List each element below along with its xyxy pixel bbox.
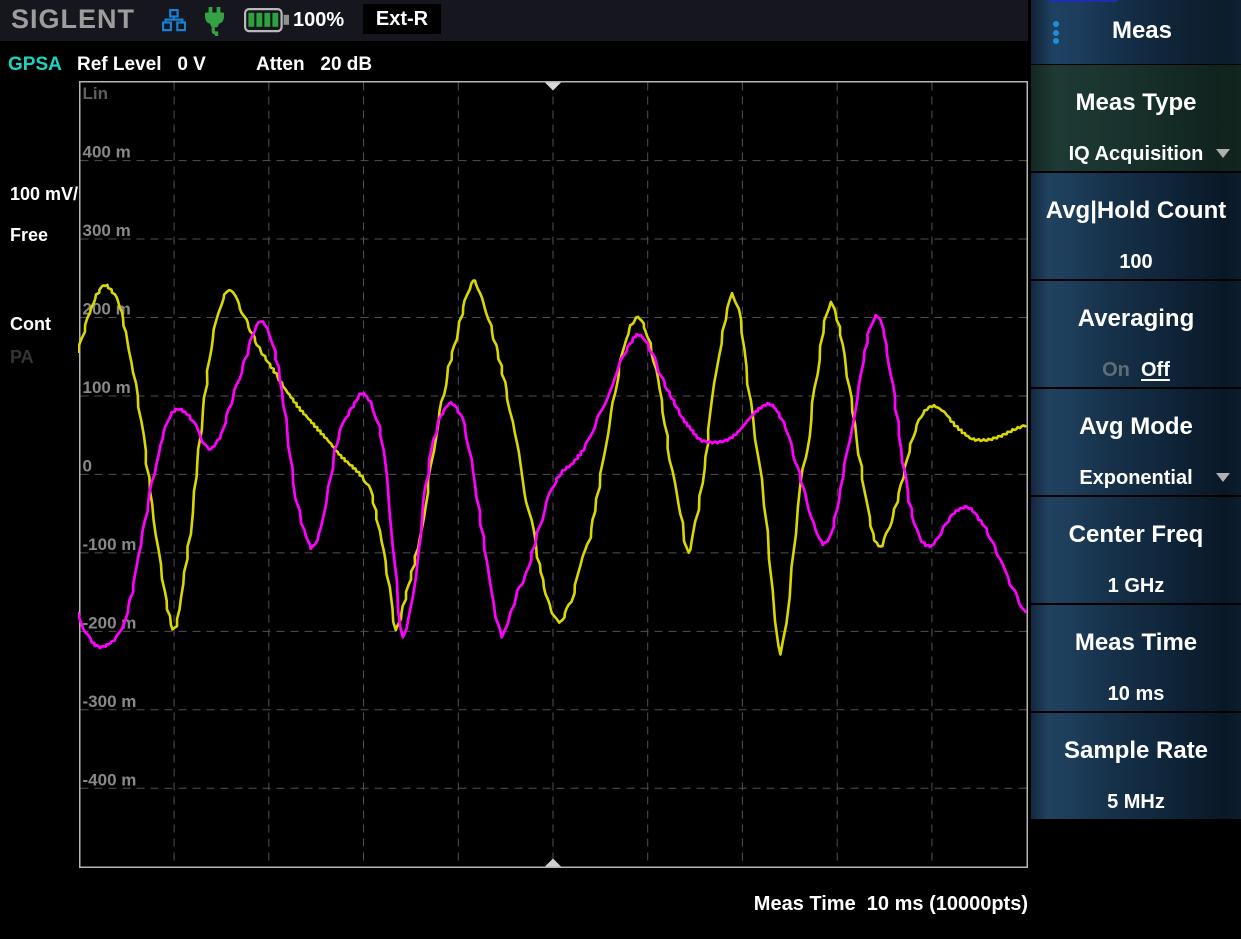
svg-text:400 m: 400 m (83, 143, 131, 162)
svg-text:300 m: 300 m (83, 221, 131, 240)
svg-text:0: 0 (83, 456, 92, 475)
svg-text:Lin: Lin (83, 84, 109, 103)
svg-text:100 m: 100 m (83, 378, 131, 397)
svg-text:-100 m: -100 m (83, 535, 137, 554)
svg-text:-400 m: -400 m (83, 770, 137, 789)
svg-text:-200 m: -200 m (83, 613, 137, 632)
svg-text:-300 m: -300 m (83, 692, 137, 711)
